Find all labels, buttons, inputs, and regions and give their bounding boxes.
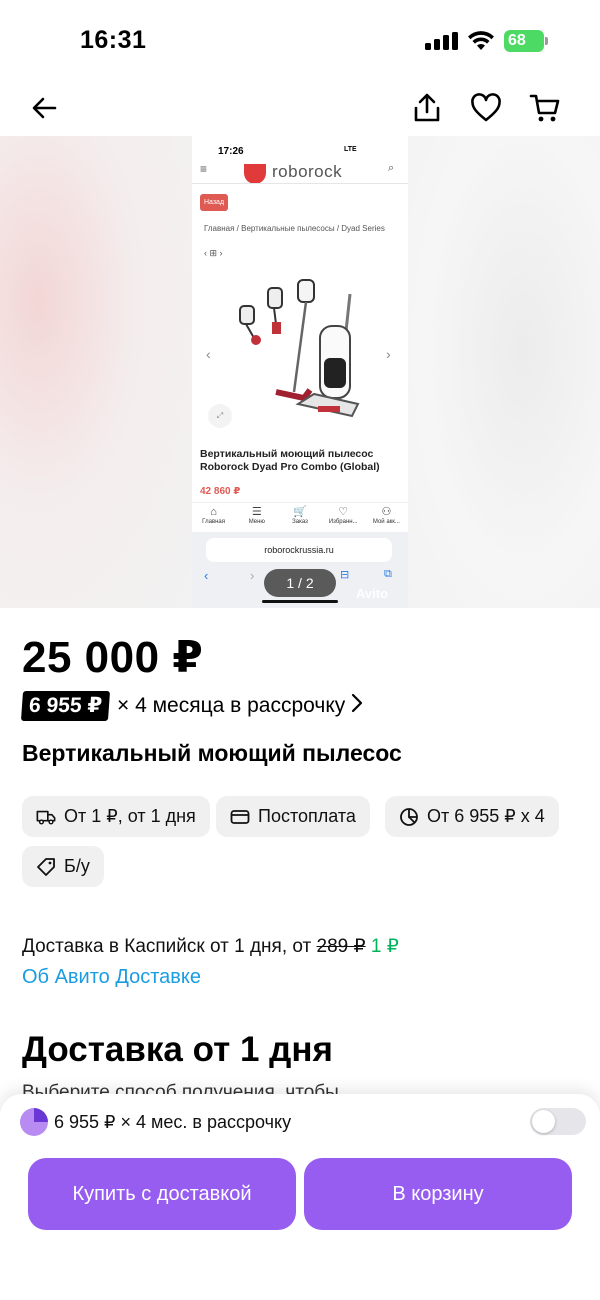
- photo-bookmarks-icon: ⊟: [340, 569, 350, 581]
- chip-label: Б/у: [64, 856, 90, 876]
- photo-prev-icon: ‹: [206, 346, 211, 362]
- cart-icon[interactable]: [523, 86, 567, 130]
- delivery-new-price: 1 ₽: [370, 936, 399, 957]
- photo-browser-back-icon: ‹: [204, 568, 209, 583]
- chip-label: От 6 955 ₽ x 4: [427, 806, 545, 826]
- photo-tabs-icon: ⧉: [384, 568, 392, 580]
- battery-level: 68: [504, 30, 544, 52]
- photo-url: roborockrussia.ru: [206, 538, 392, 562]
- about-delivery-link[interactable]: Об Авито Доставке: [22, 966, 201, 989]
- chip-postpay[interactable]: Постоплата: [216, 796, 370, 837]
- truck-icon: [36, 807, 56, 827]
- product-photo: 17:26 LTE ≡ roborock ⌕ Назад Главная / В…: [192, 136, 408, 608]
- installment-toggle[interactable]: [530, 1108, 586, 1135]
- photo-back-label: Назад: [200, 194, 228, 211]
- status-time: 16:31: [80, 26, 147, 54]
- pie-icon: [399, 807, 419, 827]
- delivery-old-price: 289 ₽: [316, 936, 366, 957]
- share-icon[interactable]: [405, 86, 449, 130]
- avito-watermark: Avito: [356, 586, 389, 601]
- card-icon: [230, 807, 250, 827]
- chevron-right-icon: [351, 693, 363, 719]
- tag-icon: [36, 857, 56, 877]
- nav-bar: [0, 80, 600, 136]
- photo-tab: ☰ Меню: [248, 506, 265, 525]
- photo-product-price: 42 860 ₽: [200, 486, 241, 497]
- buy-with-delivery-button[interactable]: Купить с доставкой: [28, 1158, 296, 1230]
- delivery-info: Доставка в Каспийск от 1 дня, от 289 ₽ 1…: [22, 935, 399, 958]
- photo-logo: roborock: [272, 162, 343, 181]
- add-to-cart-button[interactable]: В корзину: [304, 1158, 572, 1230]
- listing-title: Вертикальный моющий пылесос: [22, 740, 402, 766]
- photo-tab: ♡ Избранн...: [328, 506, 358, 525]
- chip-installment[interactable]: От 6 955 ₽ x 4: [385, 796, 559, 837]
- photo-expand-icon: ⤢: [208, 404, 232, 428]
- heart-icon[interactable]: [464, 86, 508, 130]
- installment-badge: 6 955 ₽: [20, 691, 111, 721]
- vacuum-illustration: [239, 279, 360, 418]
- bottom-action-sheet: 6 955 ₽ × 4 мес. в рассрочку Купить с до…: [0, 1094, 600, 1300]
- chip-delivery[interactable]: От 1 ₽, от 1 дня: [22, 796, 210, 837]
- status-bar: 16:31 68: [0, 0, 600, 80]
- installment-toggle-label: 6 955 ₽ × 4 мес. в рассрочку: [54, 1111, 292, 1132]
- photo-browser-forward-icon: ›: [250, 568, 255, 583]
- photo-network: LTE: [344, 146, 357, 153]
- price: 25 000 ₽: [22, 633, 204, 682]
- photo-tabbar: ⌂ Главная ☰ Меню 🛒 Заказ ♡ Избранн... ⚇ Мой а…: [192, 502, 408, 532]
- back-arrow-icon[interactable]: [22, 86, 66, 130]
- chip-label: Постоплата: [258, 806, 356, 826]
- photo-gallery[interactable]: 17:26 LTE ≡ roborock ⌕ Назад Главная / В…: [0, 136, 600, 608]
- installment-toggle-row: 6 955 ₽ × 4 мес. в рассрочку: [20, 1108, 291, 1136]
- chip-condition[interactable]: Б/у: [22, 846, 104, 887]
- delivery-heading: Доставка от 1 дня: [22, 1030, 333, 1069]
- photo-pager: ‹ ⊞ ›: [204, 248, 223, 258]
- photo-breadcrumbs: Главная / Вертикальные пылесосы / Dyad S…: [204, 224, 385, 233]
- installment-text: × 4 месяца в рассрочку: [117, 694, 346, 717]
- gallery-counter: 1 / 2: [264, 569, 336, 597]
- photo-tab: ⚇ Мой акк...: [372, 506, 400, 525]
- installment-pie-icon: [20, 1108, 48, 1136]
- installment-link[interactable]: 6 955 ₽ × 4 месяца в рассрочку: [20, 691, 363, 721]
- battery-icon: 68: [504, 30, 548, 52]
- photo-tab: 🛒 Заказ: [292, 506, 308, 525]
- signal-icon: [425, 32, 459, 50]
- photo-status-time: 17:26: [218, 146, 244, 157]
- photo-tab: ⌂ Главная: [202, 506, 226, 525]
- wifi-icon: [466, 28, 496, 52]
- photo-product-title: Вертикальный моющий пылесос Roborock Dya…: [200, 448, 380, 473]
- chip-label: От 1 ₽, от 1 дня: [64, 806, 196, 826]
- delivery-prefix: Доставка в Каспийск от 1 дня, от: [22, 936, 317, 957]
